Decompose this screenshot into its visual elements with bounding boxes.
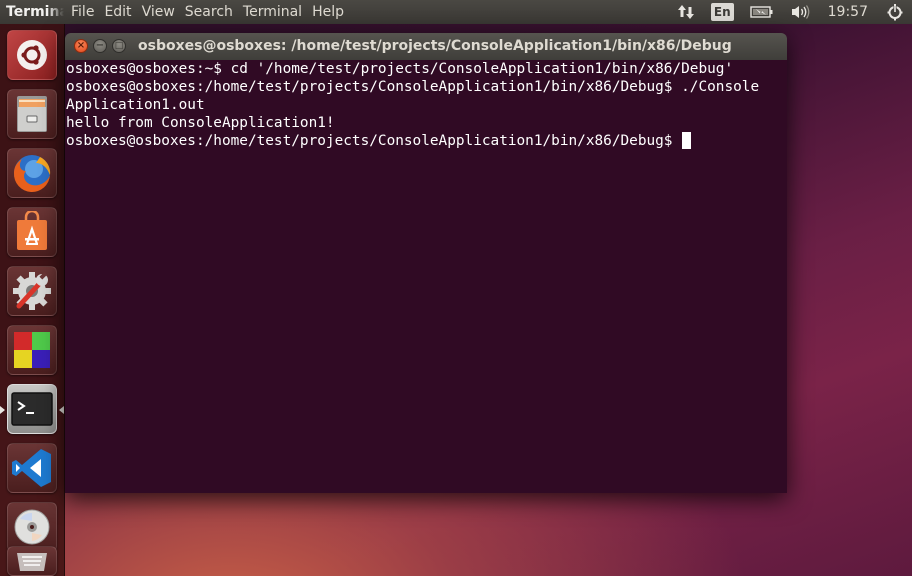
launcher-item-files[interactable] xyxy=(7,89,57,139)
menu-edit[interactable]: Edit xyxy=(99,4,136,20)
file-cabinet-icon xyxy=(17,96,47,132)
active-app-name: Terminal xyxy=(6,4,64,20)
launcher-running-indicator xyxy=(0,406,5,414)
launcher-item-dash[interactable] xyxy=(7,30,57,80)
launcher-item-workspace-switcher[interactable] xyxy=(7,325,57,375)
clock[interactable]: 19:57 xyxy=(828,4,868,20)
minimize-button[interactable]: − xyxy=(93,39,107,53)
ubuntu-logo-icon xyxy=(17,40,47,70)
close-icon: × xyxy=(76,40,86,51)
vscode-icon xyxy=(12,449,51,487)
menu-help[interactable]: Help xyxy=(307,4,349,20)
terminal-prompt: osboxes@osboxes:/home/test/projects/Cons… xyxy=(66,133,682,149)
terminal-window: × − □ osboxes@osboxes: /home/test/projec… xyxy=(65,33,787,493)
trash-icon xyxy=(17,553,47,571)
battery-charging-icon[interactable] xyxy=(749,5,774,19)
launcher-item-software-center[interactable] xyxy=(7,207,57,257)
workspace-switcher-icon xyxy=(14,332,50,368)
launcher-item-firefox[interactable] xyxy=(7,148,57,198)
power-gear-icon[interactable] xyxy=(886,3,904,21)
menu-search[interactable]: Search xyxy=(180,4,238,20)
launcher-item-cd-dvd[interactable] xyxy=(7,502,57,552)
keyboard-layout-indicator[interactable]: En xyxy=(710,3,734,21)
settings-wrench-gear-icon xyxy=(13,271,51,310)
terminal-line: osboxes@osboxes:~$ cd '/home/test/projec… xyxy=(66,61,734,77)
window-titlebar[interactable]: × − □ osboxes@osboxes: /home/test/projec… xyxy=(65,33,787,60)
top-panel: Terminal File Edit View Search Terminal … xyxy=(0,0,912,24)
menu-terminal[interactable]: Terminal xyxy=(238,4,307,20)
close-button[interactable]: × xyxy=(74,39,88,53)
window-title: osboxes@osboxes: /home/test/projects/Con… xyxy=(138,38,732,54)
launcher-focused-indicator xyxy=(59,406,64,414)
launcher-item-trash[interactable] xyxy=(7,546,57,576)
terminal-line: Application1.out xyxy=(66,97,205,113)
firefox-icon xyxy=(13,155,51,193)
indicator-area: En 19:57 xyxy=(669,0,912,24)
menu-bar: File Edit View Search Terminal Help xyxy=(66,4,349,20)
terminal-icon xyxy=(11,392,53,426)
launcher-item-vscode[interactable] xyxy=(7,443,57,493)
minimize-icon: − xyxy=(95,40,105,51)
terminal-prompt-line[interactable]: osboxes@osboxes:/home/test/projects/Cons… xyxy=(66,132,787,150)
maximize-button[interactable]: □ xyxy=(112,39,126,53)
terminal-line: osboxes@osboxes:/home/test/projects/Cons… xyxy=(66,79,760,95)
volume-icon[interactable] xyxy=(790,4,810,20)
menu-file[interactable]: File xyxy=(66,4,99,20)
maximize-icon: □ xyxy=(114,41,124,51)
launcher-item-system-settings[interactable] xyxy=(7,266,57,316)
network-updown-icon[interactable] xyxy=(677,3,695,21)
launcher xyxy=(0,24,65,576)
optical-disc-icon xyxy=(14,509,50,545)
terminal-line: hello from ConsoleApplication1! xyxy=(66,115,335,131)
text-cursor xyxy=(682,132,692,149)
terminal-output[interactable]: osboxes@osboxes:~$ cd '/home/test/projec… xyxy=(65,60,787,493)
software-center-bag-icon xyxy=(17,211,47,250)
launcher-item-terminal[interactable] xyxy=(7,384,57,434)
menu-view[interactable]: View xyxy=(137,4,180,20)
